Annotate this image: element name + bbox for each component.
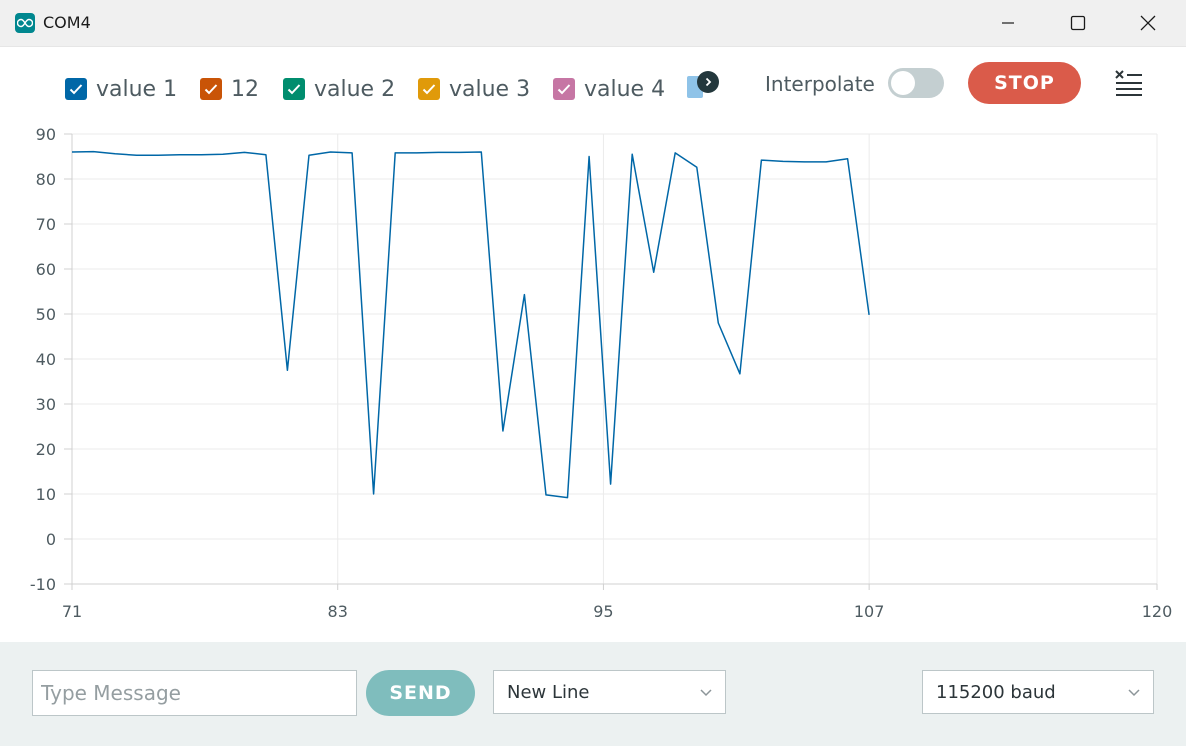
title-bar: COM4 <box>0 0 1186 47</box>
arduino-app-icon <box>15 13 35 33</box>
y-tick-label: 10 <box>36 485 56 504</box>
line-ending-select[interactable]: New Line <box>493 670 726 714</box>
y-tick-label: 50 <box>36 305 56 324</box>
x-tick-label: 95 <box>593 602 613 621</box>
y-tick-label: -10 <box>30 575 56 594</box>
legend-checkbox[interactable] <box>65 78 87 100</box>
close-button[interactable] <box>1113 0 1183 46</box>
checkmark-icon <box>557 84 571 95</box>
legend-checkbox[interactable] <box>283 78 305 100</box>
baud-rate-select[interactable]: 115200 baud <box>922 670 1154 714</box>
y-tick-label: 80 <box>36 170 56 189</box>
chevron-down-icon <box>1128 689 1140 697</box>
chevron-right-icon <box>697 71 719 93</box>
close-icon <box>1140 15 1156 31</box>
x-tick-label: 120 <box>1142 602 1173 621</box>
legend-scroll-button[interactable] <box>687 71 723 99</box>
y-tick-label: 60 <box>36 260 56 279</box>
legend-checkbox[interactable] <box>200 78 222 100</box>
legend-item-value-4[interactable]: value 4 <box>553 75 665 103</box>
legend-label: value 1 <box>96 76 178 102</box>
legend-item-value-2[interactable]: value 2 <box>283 75 395 103</box>
legend-label: value 3 <box>449 76 531 102</box>
legend-item-value-3[interactable]: value 3 <box>418 75 530 103</box>
stop-button[interactable]: STOP <box>968 62 1081 104</box>
y-tick-label: 0 <box>46 530 56 549</box>
checkmark-icon <box>69 84 83 95</box>
checkmark-icon <box>287 84 301 95</box>
y-tick-label: 90 <box>36 127 56 144</box>
legend-label: value 2 <box>314 76 396 102</box>
legend-item-12[interactable]: 12 <box>200 75 259 103</box>
chevron-down-icon <box>700 689 712 697</box>
interpolate-toggle[interactable] <box>888 68 944 98</box>
legend-checkbox[interactable] <box>418 78 440 100</box>
y-tick-label: 20 <box>36 440 56 459</box>
minimize-icon <box>1002 22 1014 24</box>
x-tick-label: 83 <box>328 602 348 621</box>
baud-rate-value: 115200 baud <box>936 681 1056 703</box>
x-tick-label: 107 <box>854 602 885 621</box>
clear-plot-button[interactable] <box>1114 69 1144 97</box>
send-button[interactable]: SEND <box>366 670 475 716</box>
y-tick-label: 70 <box>36 215 56 234</box>
interpolate-label: Interpolate <box>765 72 875 96</box>
checkmark-icon <box>204 84 218 95</box>
line-ending-value: New Line <box>507 681 590 703</box>
maximize-icon <box>1070 15 1086 31</box>
serial-plot-chart: 90 80 70 60 50 40 30 20 10 0 -10 71 83 95 107 120 <box>30 125 1173 621</box>
message-input[interactable] <box>32 670 357 716</box>
legend-checkbox[interactable] <box>553 78 575 100</box>
maximize-button[interactable] <box>1043 0 1113 46</box>
x-tick-label: 71 <box>62 602 82 621</box>
legend-label: value 4 <box>584 76 666 102</box>
series-line <box>71 150 870 499</box>
toggle-knob <box>891 71 915 95</box>
minimize-button[interactable] <box>973 0 1043 46</box>
legend-item-value-1[interactable]: value 1 <box>65 75 177 103</box>
legend-label: 12 <box>231 76 259 102</box>
plot-area: 90 80 70 60 50 40 30 20 10 0 -10 71 83 95 107 120 <box>0 125 1186 642</box>
y-tick-label: 40 <box>36 350 56 369</box>
clear-list-icon <box>1115 70 1142 96</box>
checkmark-icon <box>422 84 436 95</box>
message-bar: SEND New Line 115200 baud <box>0 642 1186 746</box>
plotter-toolbar: value 1 12 value 2 value 3 value 4 Inter… <box>0 47 1186 127</box>
y-tick-label: 30 <box>36 395 56 414</box>
window-title: COM4 <box>43 13 91 32</box>
